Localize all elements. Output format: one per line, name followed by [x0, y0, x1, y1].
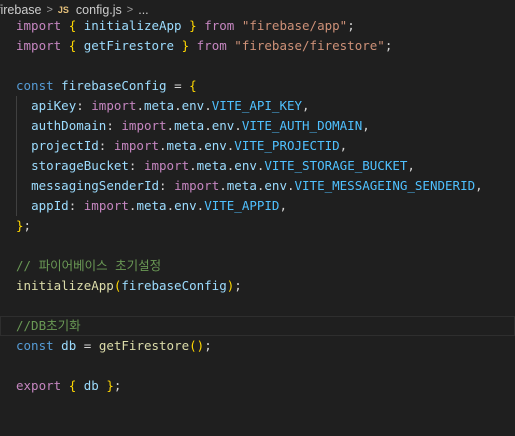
- env-variable: VITE_PROJECTID: [234, 138, 340, 153]
- property-key: messagingSenderId: [31, 178, 159, 193]
- brace: {: [68, 18, 77, 33]
- env-variable: VITE_STORAGE_BUCKET: [264, 158, 408, 173]
- property-key: appId: [31, 198, 69, 213]
- code-line: // 파이어베이스 초기설정: [0, 256, 515, 276]
- import-keyword: import: [91, 98, 137, 113]
- function-call: initializeApp: [16, 278, 114, 293]
- from-keyword: from: [196, 38, 227, 53]
- code-line: appId: import.meta.env.VITE_APPID,: [0, 196, 515, 216]
- chevron-right-icon: >: [46, 4, 53, 16]
- brace: }: [106, 378, 114, 393]
- env-variable: VITE_API_KEY: [211, 98, 303, 113]
- brace: {: [68, 38, 77, 53]
- meta-word: meta: [166, 138, 197, 153]
- module-string: "firebase/app": [241, 18, 348, 33]
- code-line: apiKey: import.meta.env.VITE_API_KEY,: [0, 96, 515, 116]
- semicolon: ;: [384, 38, 393, 53]
- import-keyword: import: [83, 198, 129, 213]
- code-line: messagingSenderId: import.meta.env.VITE_…: [0, 176, 515, 196]
- code-comment: //DB초기화: [16, 318, 81, 333]
- variable-name: db: [61, 338, 77, 353]
- env-variable: VITE_MESSAGEING_SENDERID: [294, 178, 476, 193]
- import-keyword: import: [174, 178, 220, 193]
- property-key: authDomain: [31, 118, 107, 133]
- code-line: export { db };: [0, 376, 515, 396]
- variable-name: firebaseConfig: [61, 78, 167, 93]
- meta-word: meta: [196, 158, 227, 173]
- property-key: projectId: [31, 138, 99, 153]
- import-keyword: import: [16, 18, 62, 33]
- operator: =: [83, 338, 92, 353]
- env-word: env: [204, 138, 227, 153]
- env-word: env: [181, 98, 205, 113]
- import-name: initializeApp: [83, 18, 182, 33]
- property-key: storageBucket: [31, 158, 129, 173]
- env-variable: VITE_AUTH_DOMAIN: [241, 118, 363, 133]
- breadcrumb-symbol[interactable]: ...: [138, 3, 148, 17]
- brace: }: [16, 218, 24, 233]
- import-name: getFirestore: [83, 38, 175, 53]
- breadcrumb-file[interactable]: JS config.js: [58, 3, 122, 17]
- parens: (): [189, 338, 205, 353]
- meta-word: meta: [174, 118, 205, 133]
- from-keyword: from: [204, 18, 235, 33]
- code-line: initializeApp(firebaseConfig);: [16, 278, 242, 293]
- brace: {: [68, 378, 77, 393]
- property-key: apiKey: [31, 98, 77, 113]
- const-keyword: const: [16, 338, 54, 353]
- code-line: import { getFirestore } from "firebase/f…: [0, 36, 515, 56]
- code-line: storageBucket: import.meta.env.VITE_STOR…: [0, 156, 515, 176]
- breadcrumb-folder[interactable]: firebase: [0, 3, 41, 17]
- import-keyword: import: [113, 138, 160, 153]
- javascript-file-icon: JS: [57, 5, 69, 15]
- code-line: projectId: import.meta.env.VITE_PROJECTI…: [0, 136, 515, 156]
- import-keyword: import: [121, 118, 167, 133]
- code-line: const firebaseConfig = {: [0, 76, 515, 96]
- meta-word: meta: [136, 198, 167, 213]
- code-editor[interactable]: import { initializeApp } from "firebase/…: [0, 16, 515, 396]
- export-name: db: [83, 378, 99, 393]
- env-word: env: [234, 158, 257, 173]
- env-variable: VITE_APPID: [204, 198, 280, 213]
- code-comment: // 파이어베이스 초기설정: [16, 258, 162, 273]
- brace: }: [181, 38, 190, 53]
- const-keyword: const: [16, 78, 54, 93]
- code-line: };: [0, 216, 515, 236]
- import-keyword: import: [143, 158, 190, 173]
- import-keyword: import: [16, 38, 62, 53]
- semicolon: ;: [113, 378, 122, 393]
- env-word: env: [264, 178, 287, 193]
- env-word: env: [211, 118, 235, 133]
- breadcrumb-file-label: config.js: [75, 3, 122, 17]
- function-call: getFirestore: [98, 338, 190, 353]
- operator: =: [174, 78, 182, 93]
- meta-word: meta: [226, 178, 257, 193]
- semicolon: ;: [347, 18, 355, 33]
- chevron-right-icon: >: [126, 4, 134, 16]
- semicolon: ;: [23, 218, 32, 233]
- env-word: env: [174, 198, 197, 213]
- code-line: authDomain: import.meta.env.VITE_AUTH_DO…: [0, 116, 515, 136]
- argument: firebaseConfig: [121, 278, 227, 293]
- code-line-current: //DB초기화: [0, 316, 515, 336]
- code-line: const db = getFirestore();: [0, 336, 515, 356]
- export-keyword: export: [16, 378, 62, 393]
- code-line: import { initializeApp } from "firebase/…: [0, 16, 515, 36]
- semicolon: ;: [204, 338, 212, 353]
- brace: }: [189, 18, 197, 33]
- brace: {: [189, 78, 197, 93]
- meta-word: meta: [143, 98, 175, 113]
- module-string: "firebase/firestore": [234, 38, 385, 53]
